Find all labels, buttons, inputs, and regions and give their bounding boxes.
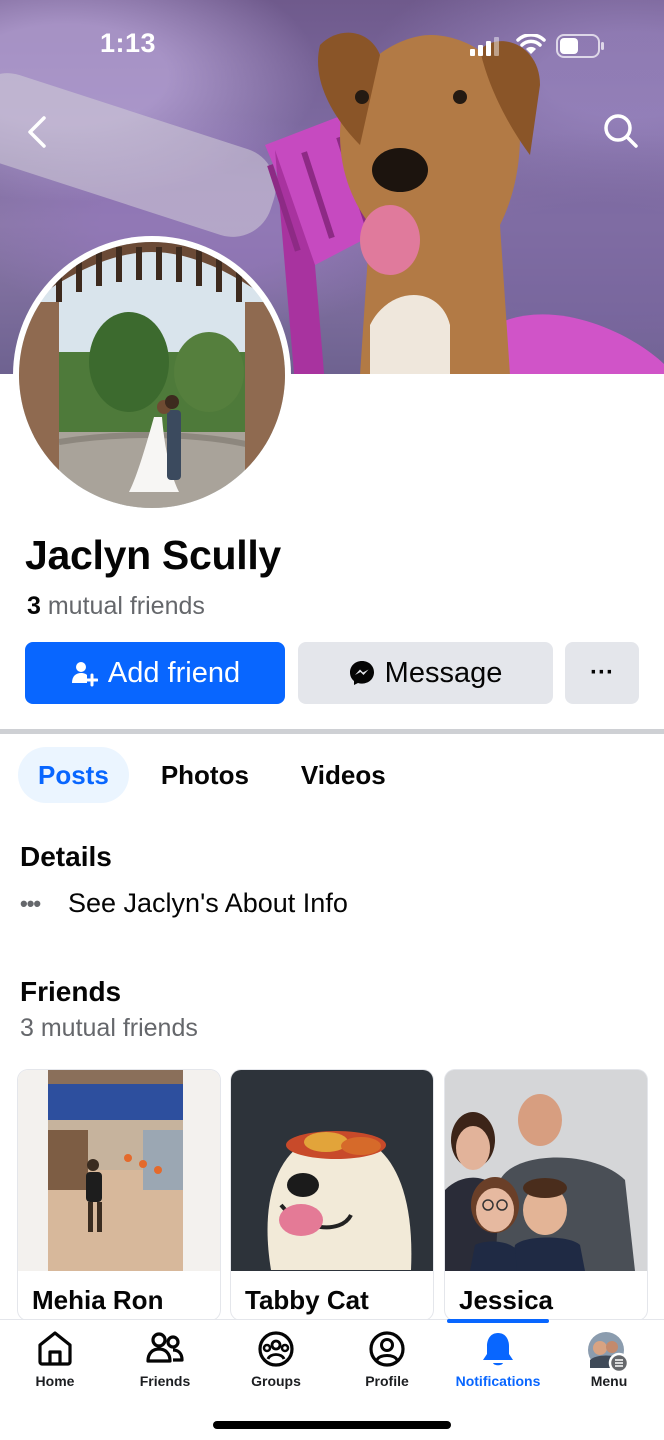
status-bar: 1:13 (0, 0, 664, 90)
friend-card[interactable]: Jessica (445, 1070, 647, 1320)
friend-photo (18, 1070, 220, 1271)
friend-name: Mehia Ron (32, 1285, 164, 1315)
add-friend-label: Add friend (107, 656, 241, 689)
tab-posts[interactable]: Posts (18, 747, 129, 803)
nav-notifications[interactable]: Notifications (443, 1319, 553, 1400)
mutual-label: mutual friends (47, 592, 205, 620)
tab-videos[interactable]: Videos (281, 747, 406, 803)
nav-menu-label: Menu (590, 1373, 628, 1389)
messenger-icon (349, 661, 374, 685)
friend-name: Jessica (459, 1285, 553, 1315)
battery-icon (556, 34, 604, 58)
nav-groups-label: Groups (251, 1373, 301, 1389)
nav-home[interactable]: Home (0, 1320, 110, 1400)
message-label: Message (384, 656, 503, 689)
about-info-label: See Jaclyn's About Info (68, 888, 348, 918)
status-time: 1:13 (100, 28, 157, 58)
friend-photo (231, 1070, 433, 1271)
signal-icon (470, 37, 499, 56)
wifi-icon (516, 34, 546, 54)
friend-name: Tabby Cat (245, 1285, 369, 1315)
avatar-photo (19, 242, 285, 508)
tab-photos[interactable]: Photos (141, 747, 269, 803)
nav-notifications-label: Notifications (455, 1373, 541, 1389)
more-dots-icon: ••• (20, 890, 41, 916)
friend-card[interactable]: Mehia Ron (18, 1070, 220, 1320)
bell-icon (483, 1333, 513, 1366)
mutual-friends-text: 3 mutual friends (27, 592, 205, 621)
nav-profile[interactable]: Profile (332, 1320, 442, 1400)
profile-avatar[interactable] (13, 236, 291, 514)
home-indicator[interactable] (213, 1421, 451, 1429)
friend-photo (445, 1070, 647, 1271)
profile-name: Jaclyn Scully (25, 532, 281, 578)
nav-profile-label: Profile (365, 1373, 409, 1389)
nav-friends-label: Friends (139, 1373, 191, 1389)
nav-menu[interactable]: Menu (554, 1320, 664, 1400)
nav-friends[interactable]: Friends (110, 1320, 220, 1400)
profile-icon (369, 1331, 405, 1367)
menu-avatar-icon (588, 1332, 630, 1374)
mutual-count: 3 (27, 592, 41, 620)
home-icon (38, 1331, 72, 1366)
search-icon[interactable] (600, 110, 640, 150)
section-divider (0, 729, 664, 734)
see-about-info-link[interactable]: ••• See Jaclyn's About Info (20, 888, 348, 919)
message-button[interactable]: Message (298, 642, 553, 704)
nav-groups[interactable]: Groups (221, 1320, 331, 1400)
add-person-icon (71, 662, 98, 687)
details-heading: Details (20, 841, 112, 872)
bottom-navigation: Home Friends Groups Profile Notification… (0, 1319, 664, 1440)
more-options-button[interactable]: ··· (565, 642, 639, 704)
more-options-icon: ··· (590, 659, 614, 686)
friend-card[interactable]: Tabby Cat (231, 1070, 433, 1320)
friends-subtitle: 3 mutual friends (20, 1014, 198, 1042)
add-friend-button[interactable]: Add friend (25, 642, 285, 704)
profile-tabs: Posts Photos Videos (18, 747, 418, 803)
groups-icon (258, 1331, 294, 1367)
nav-home-label: Home (35, 1373, 75, 1389)
active-tab-indicator (447, 1319, 549, 1323)
friends-icon (146, 1332, 184, 1363)
friends-heading: Friends (20, 976, 122, 1007)
chevron-left-icon[interactable] (20, 112, 54, 152)
